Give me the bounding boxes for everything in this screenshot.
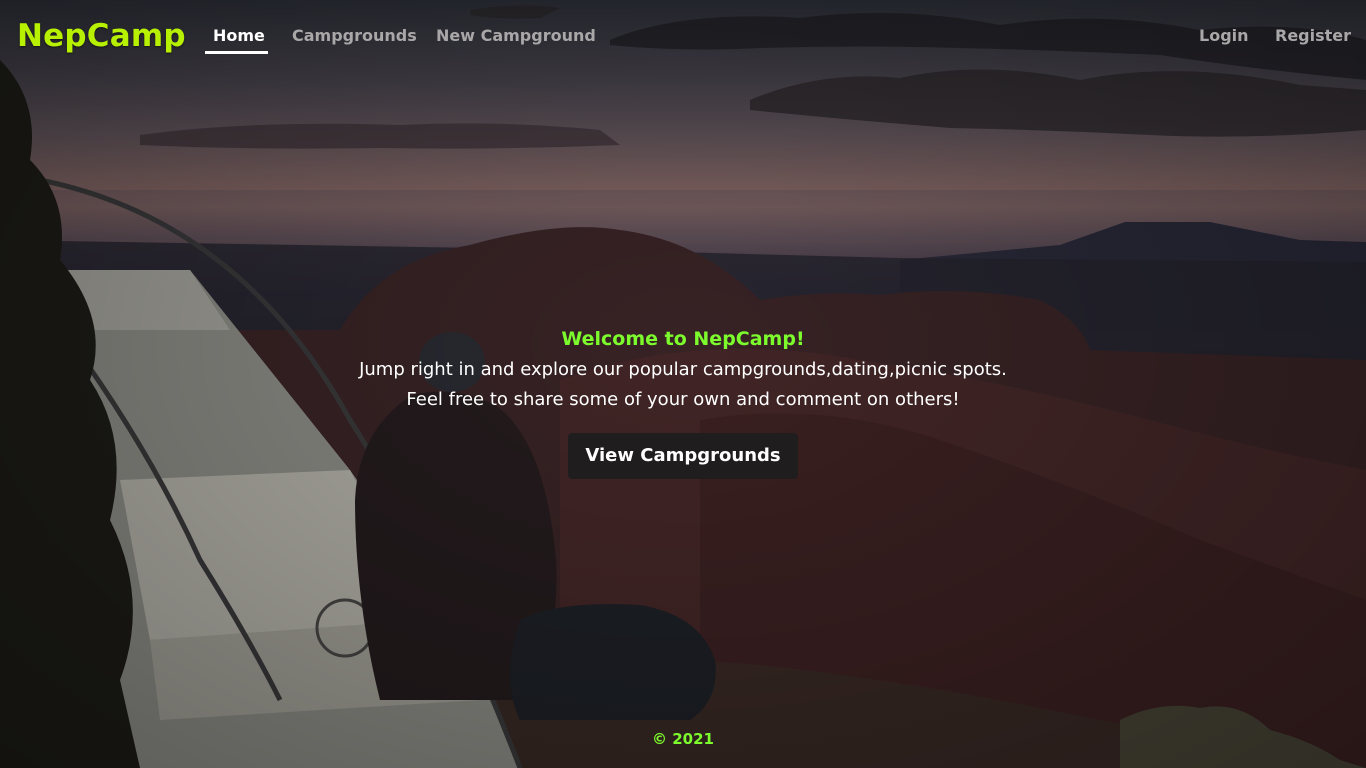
brand-logo[interactable]: NepCamp <box>17 18 186 54</box>
nav-register[interactable]: Register <box>1275 26 1351 45</box>
view-campgrounds-button[interactable]: View Campgrounds <box>568 433 798 479</box>
nav-campgrounds[interactable]: Campgrounds <box>292 26 417 45</box>
footer-copyright: © 2021 <box>652 730 714 748</box>
hero-description-line-2: Feel free to share some of your own and … <box>406 389 960 410</box>
nav-home[interactable]: Home <box>213 26 265 45</box>
nav-login[interactable]: Login <box>1199 26 1249 45</box>
welcome-heading: Welcome to NepCamp! <box>561 328 805 350</box>
hero-section: Welcome to NepCamp! Jump right in and ex… <box>0 326 1366 479</box>
nav-active-indicator <box>205 51 268 54</box>
nav-new-campground[interactable]: New Campground <box>436 26 596 45</box>
hero-description-line-1: Jump right in and explore our popular ca… <box>359 359 1007 380</box>
navbar: NepCamp Home Campgrounds New Campground … <box>0 0 1366 72</box>
hero-description: Jump right in and explore our popular ca… <box>0 355 1366 415</box>
